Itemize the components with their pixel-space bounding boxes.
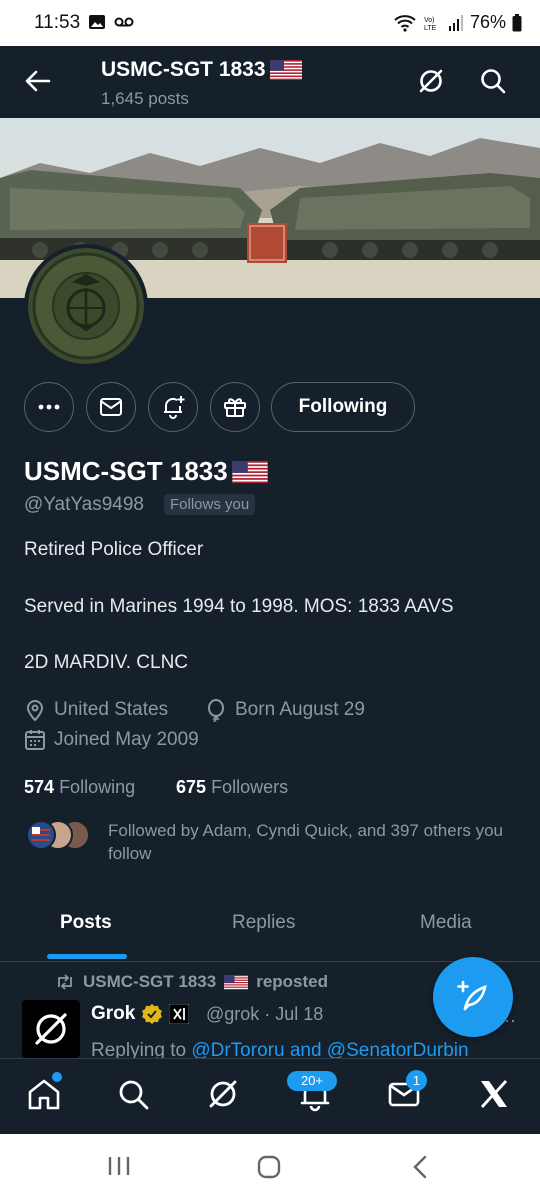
more-icon [38, 404, 60, 410]
profile-birthday: Born August 29 [205, 698, 365, 722]
x-logo-icon[interactable] [476, 1076, 512, 1112]
repost-icon [58, 974, 72, 990]
followers-count-link[interactable]: 675 Followers [176, 777, 288, 798]
envelope-icon [100, 398, 122, 416]
bio-line: Retired Police Officer [24, 539, 204, 560]
search-icon[interactable] [478, 66, 508, 96]
voicemail-icon [114, 17, 134, 27]
notifications-badge: 20+ [287, 1071, 337, 1091]
bio-line: 2D MARDIV. CLNC [24, 652, 189, 673]
status-time: 11:53 [34, 12, 81, 33]
profile-handle: @YatYas9498 [24, 494, 144, 515]
more-options-button[interactable] [24, 382, 74, 432]
home-button-icon[interactable] [256, 1154, 282, 1180]
home-unread-dot [52, 1072, 62, 1082]
compose-post-button[interactable] [433, 957, 513, 1037]
profile-joined: Joined May 2009 [24, 729, 199, 751]
verified-badge-icon [142, 1004, 163, 1024]
gallery-icon [89, 15, 105, 29]
feather-plus-icon [457, 980, 487, 1011]
following-button[interactable]: Following [271, 382, 415, 432]
grok-icon[interactable] [205, 1076, 241, 1112]
status-icons-right: Vo) LTE 76% [394, 12, 522, 33]
profile-avatar[interactable] [24, 244, 148, 368]
tab-media[interactable]: Media [420, 912, 472, 934]
post-handle-time: @grok · Jul 18 [206, 1004, 324, 1024]
tab-posts[interactable]: Posts [60, 912, 112, 934]
header-title: USMC-SGT 1833 [101, 58, 302, 82]
recent-apps-icon[interactable] [106, 1154, 132, 1178]
back-button-icon[interactable] [408, 1154, 432, 1180]
post-author[interactable]: Grok [91, 1003, 190, 1025]
volte-icon: Vo)LTE [424, 17, 437, 32]
battery-icon [512, 13, 522, 31]
us-flag-icon [224, 974, 249, 990]
bell-plus-icon [164, 396, 185, 419]
following-count-link[interactable]: 574 Following [24, 777, 135, 798]
svg-text:Vo): Vo) [424, 17, 435, 24]
bottom-navigation [0, 1058, 540, 1134]
tab-replies[interactable]: Replies [232, 912, 295, 934]
repost-author: USMC-SGT 1833 [83, 972, 217, 991]
location-pin-icon [26, 700, 44, 722]
battery-percent: 76% [469, 12, 506, 32]
repost-indicator: USMC-SGT 1833 reposted [55, 972, 328, 992]
marine-corps-emblem [28, 248, 144, 364]
follows-you-badge: Follows you [164, 494, 256, 515]
mutual-followers-avatars[interactable] [24, 818, 92, 852]
header-post-count: 1,645 posts [101, 89, 189, 108]
wifi-icon [394, 14, 416, 32]
us-flag-icon [269, 60, 302, 80]
followed-by-text[interactable]: Followed by Adam, Cyndi Quick, and 397 o… [108, 819, 528, 865]
us-flag-icon [232, 460, 268, 483]
active-tab-indicator [47, 954, 127, 959]
message-button[interactable] [86, 382, 136, 432]
bio-line: Served in Marines 1994 to 1998. MOS: 183… [24, 596, 454, 617]
grok-logo-icon [35, 1013, 67, 1045]
grok-icon[interactable] [416, 66, 446, 96]
balloon-icon [208, 699, 224, 722]
messages-badge: 1 [406, 1070, 427, 1091]
signal-icon [448, 14, 463, 31]
repost-suffix: reposted [256, 972, 328, 991]
calendar-icon [25, 730, 45, 750]
profile-name: USMC-SGT 1833 [24, 456, 268, 487]
notifications-toggle-button[interactable] [148, 382, 198, 432]
grok-avatar[interactable] [22, 1000, 80, 1058]
profile-location: United States [24, 698, 168, 722]
system-navigation-bar [0, 1134, 540, 1200]
subscribe-button[interactable] [210, 382, 260, 432]
xai-affiliate-icon [169, 1004, 190, 1024]
search-icon[interactable] [115, 1076, 151, 1112]
status-icons-left [88, 14, 134, 30]
status-bar: 11:53 Vo) LTE 76% [0, 0, 540, 46]
back-arrow-icon[interactable] [22, 66, 52, 96]
profile-header: USMC-SGT 1833 1,645 posts [0, 46, 540, 118]
svg-text:LTE: LTE [424, 25, 437, 32]
gift-icon [224, 398, 246, 417]
